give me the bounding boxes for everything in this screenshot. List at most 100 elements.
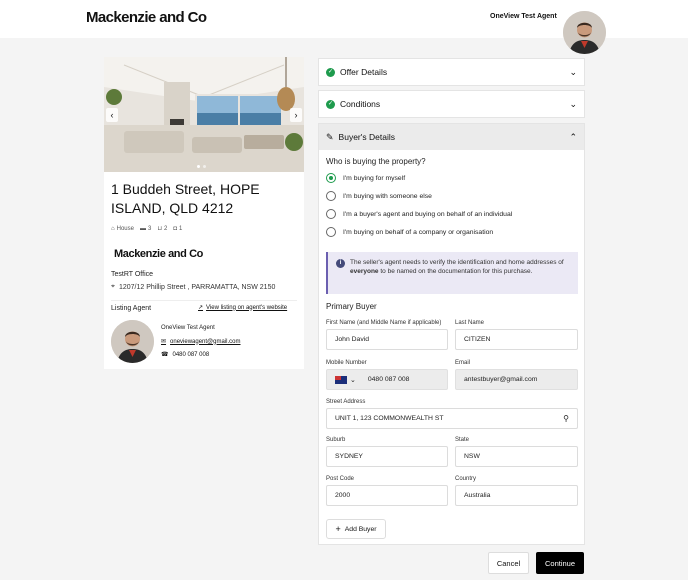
- last-name-label: Last Name: [455, 320, 485, 326]
- external-link-icon: ↗: [198, 305, 204, 311]
- info-icon: i: [336, 259, 345, 268]
- photo-dot[interactable]: [203, 165, 206, 168]
- radio-label[interactable]: I'm buying with someone else: [343, 193, 432, 200]
- header-agent-name: OneView Test Agent: [490, 13, 557, 20]
- continue-button[interactable]: Continue: [536, 552, 584, 574]
- offer-details-accordion[interactable]: ✓ Offer Details ⌄: [318, 58, 585, 86]
- photo-prev-arrow[interactable]: ‹: [106, 108, 118, 122]
- property-photo[interactable]: ‹ ›: [104, 57, 304, 172]
- top-bar: Mackenzie and Co OneView Test Agent: [0, 0, 688, 54]
- agency-logo: Mackenzie and Co: [114, 248, 203, 260]
- house-icon: ⌂: [111, 225, 115, 232]
- postcode-label: Post Code: [326, 476, 355, 482]
- radio-option-company[interactable]: I'm buying on behalf of a company or org…: [326, 227, 493, 237]
- first-name-field[interactable]: John David: [326, 329, 448, 350]
- office-address: ⌖ 1207/12 Phillip Street , PARRAMATTA, N…: [111, 283, 275, 291]
- email-field: antestbuyer@gmail.com: [455, 369, 578, 390]
- view-listing-link[interactable]: ↗ View listing on agent's website: [198, 304, 287, 312]
- divider: [111, 300, 297, 301]
- add-buyer-button[interactable]: + Add Buyer: [326, 519, 386, 539]
- agent-email[interactable]: ✉ oneviewagent@gmail.com: [161, 338, 241, 346]
- conditions-accordion[interactable]: ✓ Conditions ⌄: [318, 90, 585, 118]
- conditions-title: Conditions: [340, 99, 381, 109]
- bathrooms: ⊔ 2: [157, 225, 168, 233]
- cancel-button[interactable]: Cancel: [488, 552, 529, 574]
- check-circle-icon: ✓: [326, 99, 335, 109]
- chevron-up-icon[interactable]: ⌃: [569, 132, 577, 143]
- radio-button[interactable]: [326, 227, 336, 237]
- photo-dot[interactable]: [197, 165, 200, 168]
- radio-option-myself[interactable]: I'm buying for myself: [326, 173, 405, 183]
- postcode-value[interactable]: 2000: [335, 492, 350, 499]
- radio-option-someone-else[interactable]: I'm buying with someone else: [326, 191, 432, 201]
- plus-icon: +: [335, 524, 341, 534]
- conditions-header[interactable]: ✓ Conditions ⌄: [319, 91, 584, 117]
- last-name-field[interactable]: CITIZEN: [455, 329, 578, 350]
- first-name-value[interactable]: John David: [335, 336, 369, 343]
- search-icon[interactable]: ⚲: [563, 414, 569, 423]
- photo-pagination: [197, 165, 206, 168]
- postcode-field[interactable]: 2000: [326, 485, 448, 506]
- phone-icon: ☎: [161, 352, 169, 358]
- bedrooms-count: 3: [147, 225, 152, 232]
- radio-button[interactable]: [326, 191, 336, 201]
- radio-label[interactable]: I'm buying on behalf of a company or org…: [343, 229, 493, 236]
- property-features: ⌂ House ▬ 3 ⊔ 2 ◘ 1: [111, 225, 183, 233]
- suburb-label: Suburb: [326, 437, 346, 443]
- view-listing-text[interactable]: View listing on agent's website: [206, 305, 287, 311]
- buyers-details-accordion: ✎ Buyer's Details ⌃ Who is buying the pr…: [318, 123, 585, 545]
- chevron-down-icon[interactable]: ⌄: [569, 99, 577, 110]
- agent-phone: ☎ 0480 087 008: [161, 351, 210, 359]
- header-avatar[interactable]: [563, 11, 606, 54]
- chevron-down-icon: ⌄: [350, 376, 356, 384]
- mail-icon: ✉: [161, 339, 167, 345]
- buyers-details-title: Buyer's Details: [338, 132, 395, 142]
- buying-question: Who is buying the property?: [326, 157, 426, 166]
- state-field[interactable]: NSW: [455, 446, 578, 467]
- check-circle-icon: ✓: [326, 67, 335, 77]
- email-value: antestbuyer@gmail.com: [464, 376, 538, 383]
- brand-logo[interactable]: Mackenzie and Co: [86, 9, 207, 26]
- radio-label[interactable]: I'm buying for myself: [343, 175, 405, 182]
- buyers-details-header[interactable]: ✎ Buyer's Details ⌃: [319, 124, 584, 150]
- photo-next-arrow[interactable]: ›: [290, 108, 302, 122]
- property-type: ⌂ House: [111, 226, 134, 232]
- suburb-value[interactable]: SYDNEY: [335, 453, 363, 460]
- agent-avatar: [111, 320, 154, 363]
- car-icon: ◘: [173, 225, 177, 232]
- pencil-icon: ✎: [326, 131, 334, 142]
- verification-info-box: i The seller's agent needs to verify the…: [326, 252, 578, 294]
- first-name-label: First Name (and Middle Name if applicabl…: [326, 320, 442, 326]
- country-value[interactable]: Australia: [464, 492, 490, 499]
- bedrooms: ▬ 3: [140, 226, 151, 232]
- country-field[interactable]: Australia: [455, 485, 578, 506]
- info-text-end: to be named on the documentation for thi…: [378, 268, 533, 275]
- bathrooms-count: 2: [164, 225, 168, 232]
- radio-button[interactable]: [326, 209, 336, 219]
- office-address-text: 1207/12 Phillip Street , PARRAMATTA, NSW…: [118, 283, 276, 291]
- agent-phone-text: 0480 087 008: [172, 351, 210, 358]
- agent-email-text[interactable]: oneviewagent@gmail.com: [170, 339, 240, 345]
- property-card: ‹ › 1 Buddeh Street, HOPE ISLAND, QLD 42…: [104, 57, 304, 369]
- suburb-field[interactable]: SYDNEY: [326, 446, 448, 467]
- property-address: 1 Buddeh Street, HOPE ISLAND, QLD 4212: [111, 181, 260, 216]
- property-type-label: House: [116, 225, 134, 232]
- agent-name: OneView Test Agent: [161, 325, 215, 331]
- chevron-down-icon[interactable]: ⌄: [569, 67, 577, 78]
- radio-button[interactable]: [326, 173, 336, 183]
- offer-details-header[interactable]: ✓ Offer Details ⌄: [319, 59, 584, 85]
- email-label: Email: [455, 360, 471, 366]
- listing-agent-label: Listing Agent: [111, 305, 152, 312]
- state-label: State: [455, 437, 470, 443]
- radio-option-buyers-agent[interactable]: I'm a buyer's agent and buying on behalf…: [326, 209, 512, 219]
- radio-label[interactable]: I'm a buyer's agent and buying on behalf…: [343, 211, 512, 218]
- offer-details-title: Offer Details: [340, 67, 388, 77]
- country-label: Country: [455, 476, 477, 482]
- street-address-field[interactable]: UNIT 1, 123 COMMONWEALTH ST ⚲: [326, 408, 578, 429]
- last-name-value[interactable]: CITIZEN: [464, 336, 490, 343]
- mobile-value: 0480 087 008: [367, 376, 410, 383]
- street-address-value[interactable]: UNIT 1, 123 COMMONWEALTH ST: [335, 415, 444, 422]
- parking-count: 1: [178, 225, 183, 232]
- state-value[interactable]: NSW: [464, 453, 480, 460]
- add-buyer-label[interactable]: Add Buyer: [345, 526, 377, 533]
